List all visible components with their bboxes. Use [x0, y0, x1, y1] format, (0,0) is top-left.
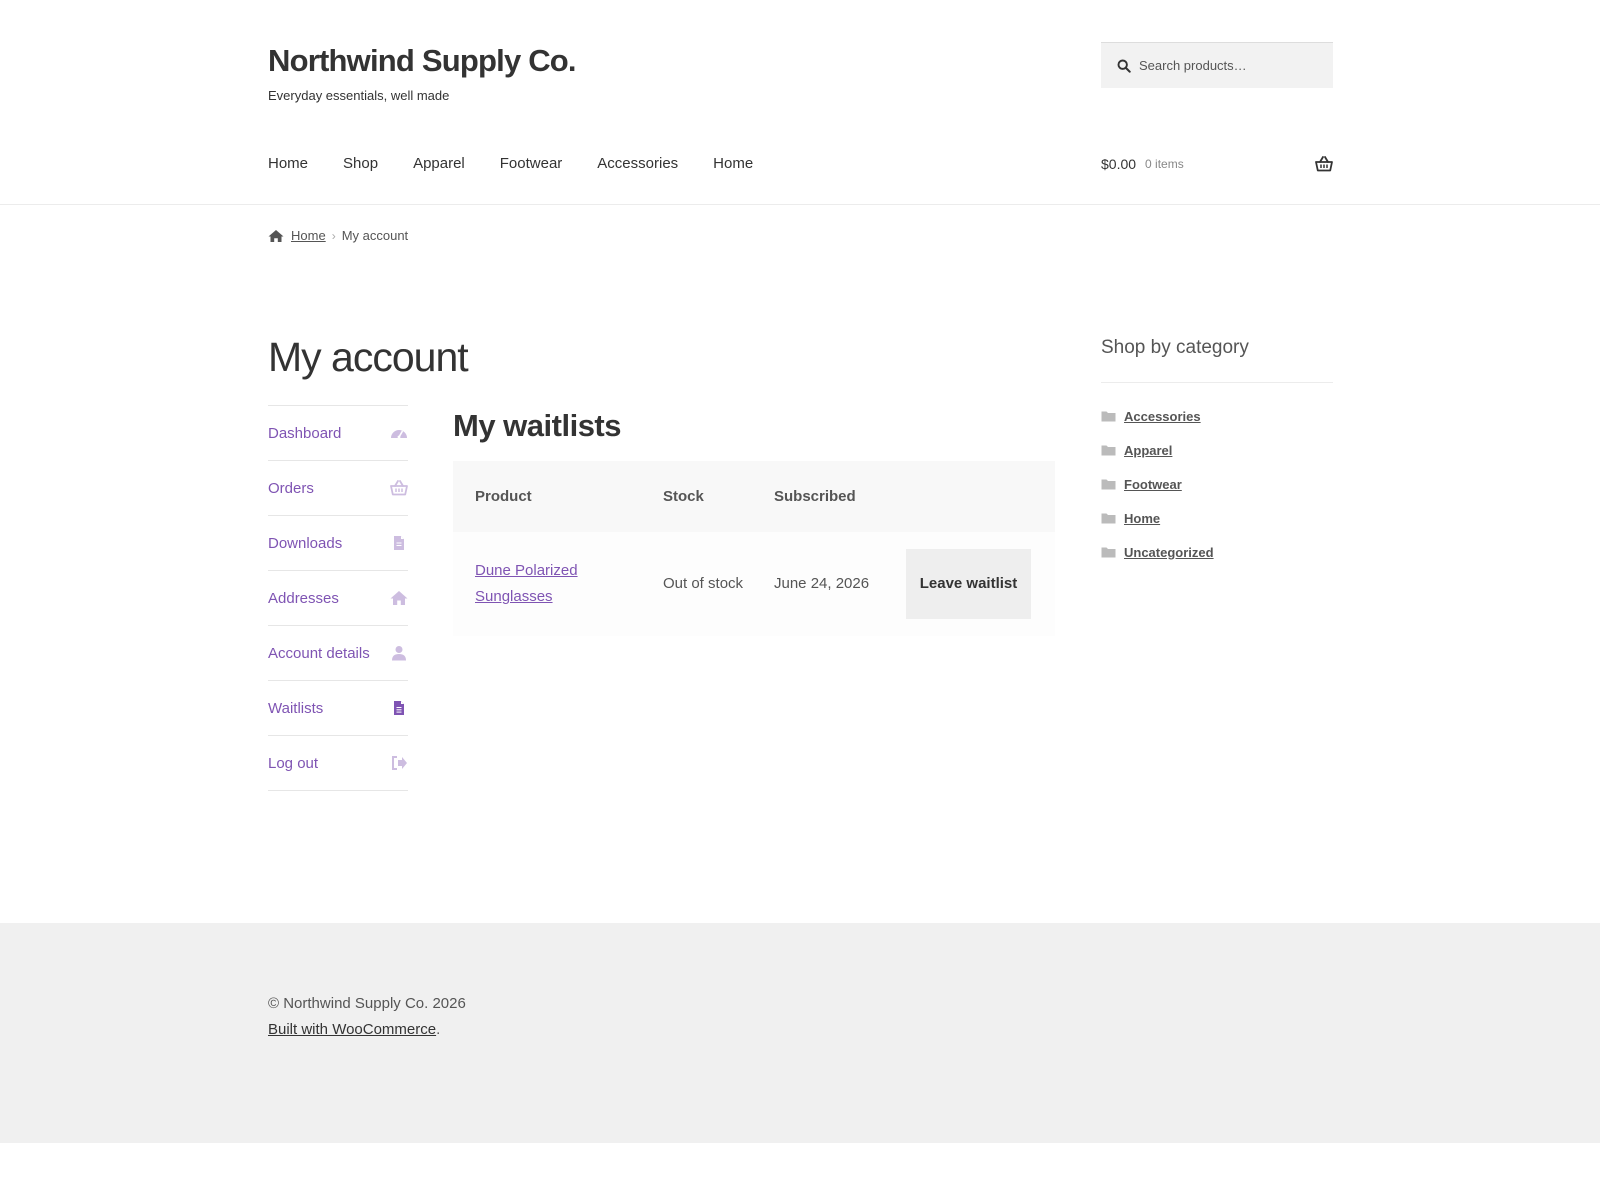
list-item: Apparel — [1101, 433, 1333, 467]
file-icon — [394, 536, 404, 550]
nav-item-home[interactable]: Home — [268, 152, 308, 176]
cell-actions: Leave waitlist — [884, 532, 1055, 636]
sign-out-icon — [392, 756, 407, 770]
account-navigation: Dashboard Orders Downloads Addresses Acc… — [268, 405, 408, 791]
table-row: Dune Polarized Sunglasses Out of stock J… — [453, 532, 1055, 636]
account-nav-label: Addresses — [268, 589, 339, 607]
account-nav-orders[interactable]: Orders — [268, 461, 408, 516]
dashboard-icon — [391, 430, 407, 439]
waitlists-table: Product Stock Subscribed Dune Polarized … — [453, 461, 1055, 636]
account-nav-label: Account details — [268, 644, 370, 662]
leave-waitlist-button[interactable]: Leave waitlist — [906, 549, 1031, 619]
list-item: Uncategorized — [1101, 535, 1333, 569]
home-icon — [390, 591, 408, 605]
list-item: Footwear — [1101, 467, 1333, 501]
category-link-home[interactable]: Home — [1124, 511, 1160, 526]
nav-item-accessories[interactable]: Accessories — [597, 152, 678, 176]
column-header-product: Product — [475, 488, 532, 505]
account-nav-downloads[interactable]: Downloads — [268, 516, 408, 571]
site-branding: Northwind Supply Co. Everyday essentials… — [268, 42, 577, 103]
search-box[interactable] — [1101, 42, 1333, 88]
site-header: Northwind Supply Co. Everyday essentials… — [0, 0, 1600, 205]
category-link-footwear[interactable]: Footwear — [1124, 477, 1182, 492]
breadcrumb-current: My account — [341, 228, 409, 243]
footer-info: © Northwind Supply Co. 2026 Built with W… — [268, 991, 466, 1043]
column-header-stock: Stock — [663, 488, 704, 505]
breadcrumb-home-link[interactable]: Home — [291, 228, 326, 243]
header-cart[interactable]: $0.00 0 items — [1101, 152, 1333, 176]
nav-item-footwear[interactable]: Footwear — [500, 152, 563, 176]
user-icon — [392, 646, 406, 661]
product-link[interactable]: Dune Polarized Sunglasses — [475, 562, 578, 605]
folder-icon — [1101, 513, 1116, 524]
folder-icon — [1101, 479, 1116, 490]
built-suffix: . — [436, 1021, 441, 1038]
list-item: Accessories — [1101, 399, 1333, 433]
column-header-actions — [884, 461, 1055, 532]
basket-icon — [1315, 156, 1333, 172]
waitlists-title: My waitlists — [453, 408, 622, 443]
woocommerce-link[interactable]: Built with WooCommerce — [268, 1021, 436, 1038]
home-icon — [268, 229, 284, 242]
cart-total: $0.00 — [1101, 156, 1137, 172]
folder-icon — [1101, 445, 1116, 456]
account-nav-label: Dashboard — [268, 424, 342, 442]
document-icon — [394, 701, 404, 715]
account-nav-addresses[interactable]: Addresses — [268, 571, 408, 626]
category-link-uncategorized[interactable]: Uncategorized — [1124, 545, 1214, 560]
category-link-accessories[interactable]: Accessories — [1124, 409, 1201, 424]
site-tagline: Everyday essentials, well made — [268, 88, 450, 103]
cell-stock: Out of stock — [663, 575, 744, 592]
folder-icon — [1101, 547, 1116, 558]
widget-title: Shop by category — [1101, 336, 1333, 383]
cart-count: 0 items — [1145, 157, 1184, 171]
category-list: Accessories Apparel Footwear Home Uncate… — [1101, 399, 1333, 569]
primary-navigation: Home Shop Apparel Footwear Accessories H… — [268, 152, 788, 176]
nav-item-shop[interactable]: Shop — [343, 152, 378, 176]
account-nav-waitlists[interactable]: Waitlists — [268, 681, 408, 736]
breadcrumb-separator: › — [331, 228, 336, 243]
breadcrumb: Home › My account — [268, 228, 408, 243]
column-header-subscribed: Subscribed — [774, 488, 856, 505]
nav-item-home-category[interactable]: Home — [713, 152, 753, 176]
account-nav-label: Log out — [268, 754, 319, 772]
account-nav-label: Downloads — [268, 534, 343, 552]
account-content: My waitlists — [453, 405, 1055, 445]
table-header-row: Product Stock Subscribed — [453, 461, 1055, 532]
folder-icon — [1101, 411, 1116, 422]
category-link-apparel[interactable]: Apparel — [1124, 443, 1172, 458]
account-nav-account-details[interactable]: Account details — [268, 626, 408, 681]
built-with: Built with WooCommerce. — [268, 1017, 466, 1043]
cell-product: Dune Polarized Sunglasses — [453, 532, 641, 636]
page-title: My account — [268, 334, 469, 380]
site-footer: © Northwind Supply Co. 2026 Built with W… — [0, 923, 1600, 1143]
search-icon — [1117, 59, 1131, 73]
account-nav-dashboard[interactable]: Dashboard — [268, 406, 408, 461]
basket-icon — [390, 480, 408, 496]
site-title[interactable]: Northwind Supply Co. — [268, 42, 577, 80]
nav-item-apparel[interactable]: Apparel — [413, 152, 465, 176]
account-nav-label: Waitlists — [268, 699, 324, 717]
account-nav-label: Orders — [268, 479, 314, 497]
account-nav-log-out[interactable]: Log out — [268, 736, 408, 791]
category-widget: Shop by category Accessories Apparel Foo… — [1101, 336, 1333, 569]
copyright-text: © Northwind Supply Co. 2026 — [268, 995, 466, 1012]
cell-subscribed: June 24, 2026 — [774, 575, 870, 592]
list-item: Home — [1101, 501, 1333, 535]
search-input[interactable] — [1139, 58, 1329, 73]
